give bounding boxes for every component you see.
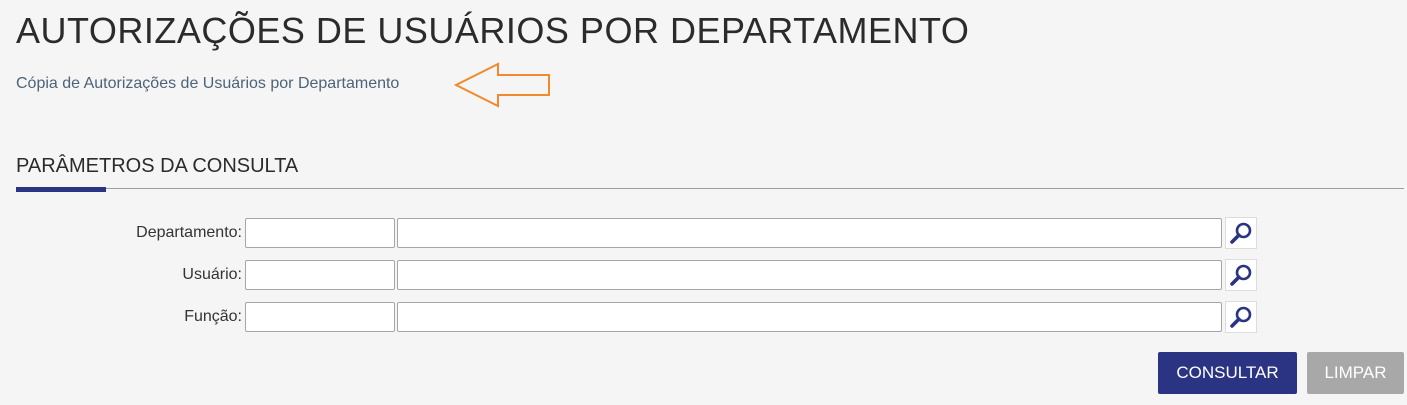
section-accent-bar — [16, 187, 106, 192]
magnifier-icon — [1230, 306, 1252, 328]
funcao-description-input[interactable] — [397, 302, 1222, 332]
page: AUTORIZAÇÕES DE USUÁRIOS POR DEPARTAMENT… — [0, 0, 1407, 405]
section-divider — [16, 188, 1404, 189]
clear-button[interactable]: LIMPAR — [1307, 352, 1404, 394]
copy-authorizations-link[interactable]: Cópia de Autorizações de Usuários por De… — [16, 75, 399, 93]
usuario-code-input[interactable] — [245, 260, 395, 290]
usuario-description-input[interactable] — [397, 260, 1222, 290]
form-row-usuario: Usuário: — [0, 259, 1260, 291]
departamento-search-button[interactable] — [1225, 217, 1257, 249]
departamento-description-input[interactable] — [397, 218, 1222, 248]
departamento-label: Departamento: — [136, 224, 242, 241]
departamento-code-input[interactable] — [245, 218, 395, 248]
form-row-departamento: Departamento: — [0, 217, 1260, 249]
usuario-label: Usuário: — [182, 266, 242, 283]
funcao-code-input[interactable] — [245, 302, 395, 332]
magnifier-icon — [1230, 264, 1252, 286]
page-title: AUTORIZAÇÕES DE USUÁRIOS POR DEPARTAMENT… — [16, 10, 970, 51]
funcao-label: Função: — [184, 308, 242, 325]
arrow-left-icon — [453, 62, 550, 108]
form-row-funcao: Função: — [0, 301, 1260, 333]
usuario-search-button[interactable] — [1225, 259, 1257, 291]
section-title: PARÂMETROS DA CONSULTA — [16, 155, 299, 177]
magnifier-icon — [1230, 222, 1252, 244]
consult-button[interactable]: CONSULTAR — [1158, 352, 1297, 394]
funcao-search-button[interactable] — [1225, 301, 1257, 333]
